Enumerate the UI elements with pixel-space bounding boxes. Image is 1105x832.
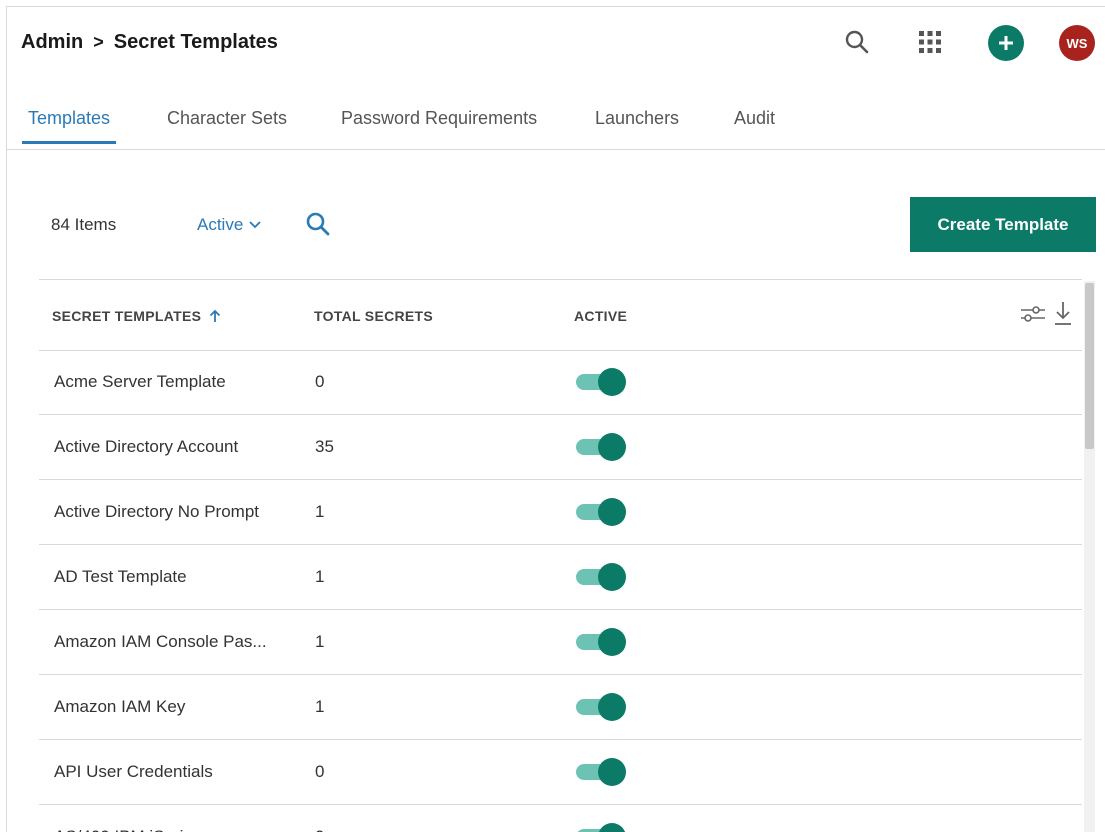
total-secrets-value: 35: [315, 437, 334, 456]
table-header: SECRET TEMPLATES TOTAL SECRETS ACTIVE: [39, 280, 1082, 351]
tab-audit[interactable]: Audit: [734, 108, 775, 141]
add-icon: [999, 36, 1013, 50]
template-name-link[interactable]: AS/400 IBM iSeries: [54, 827, 201, 832]
total-secrets-value: 1: [315, 632, 325, 651]
scrollbar-thumb[interactable]: [1085, 283, 1094, 449]
template-name-link[interactable]: Amazon IAM Console Pas...: [54, 632, 267, 652]
search-icon[interactable]: [842, 27, 872, 57]
template-name-link[interactable]: API User Credentials: [54, 762, 213, 782]
create-template-button[interactable]: Create Template: [910, 197, 1096, 252]
column-header-secret-templates[interactable]: SECRET TEMPLATES: [52, 308, 221, 324]
breadcrumb: Admin > Secret Templates: [21, 31, 278, 54]
breadcrumb-admin[interactable]: Admin: [21, 31, 83, 54]
total-secrets-value: 1: [315, 567, 325, 586]
download-icon[interactable]: [1053, 300, 1073, 331]
total-secrets-value: 0: [315, 372, 325, 391]
avatar[interactable]: WS: [1059, 25, 1095, 61]
tab-templates[interactable]: Templates: [22, 108, 117, 144]
apps-grid-icon[interactable]: [915, 27, 945, 57]
toggle-knob: [598, 368, 626, 396]
table-row[interactable]: AS/400 IBM iSeries 0: [39, 805, 1082, 832]
template-name-link[interactable]: Active Directory No Prompt: [54, 502, 259, 522]
app-window: Admin > Secret Templates WS Templates Ch…: [6, 6, 1105, 832]
tab-bar: Templates Character Sets Password Requir…: [7, 103, 1105, 150]
table-row[interactable]: API User Credentials 0: [39, 740, 1082, 805]
template-name-link[interactable]: Amazon IAM Key: [54, 697, 185, 717]
toggle-knob: [598, 758, 626, 786]
template-name-link[interactable]: Active Directory Account: [54, 437, 238, 457]
status-filter-label: Active: [197, 215, 244, 234]
column-header-total-secrets[interactable]: TOTAL SECRETS: [314, 308, 433, 324]
templates-table: SECRET TEMPLATES TOTAL SECRETS ACTIVE Ac…: [39, 279, 1082, 832]
toggle-knob: [598, 563, 626, 591]
table-row[interactable]: AD Test Template 1: [39, 545, 1082, 610]
tab-character-sets[interactable]: Character Sets: [167, 108, 287, 141]
active-toggle[interactable]: [576, 497, 628, 527]
status-filter-dropdown[interactable]: Active: [197, 215, 261, 235]
active-toggle[interactable]: [576, 757, 628, 787]
breadcrumb-separator: >: [93, 32, 104, 52]
total-secrets-value: 0: [315, 762, 325, 781]
active-toggle[interactable]: [576, 562, 628, 592]
table-row[interactable]: Amazon IAM Key 1: [39, 675, 1082, 740]
table-row[interactable]: Active Directory Account 35: [39, 415, 1082, 480]
page-header: Admin > Secret Templates WS: [7, 7, 1105, 77]
column-settings-icon[interactable]: [1019, 302, 1047, 331]
toggle-knob: [598, 628, 626, 656]
chevron-down-icon: [249, 221, 261, 229]
table-row[interactable]: Amazon IAM Console Pas... 1: [39, 610, 1082, 675]
active-toggle[interactable]: [576, 692, 628, 722]
tab-launchers[interactable]: Launchers: [595, 108, 679, 141]
template-name-link[interactable]: AD Test Template: [54, 567, 187, 587]
toggle-knob: [598, 693, 626, 721]
template-name-link[interactable]: Acme Server Template: [54, 372, 226, 392]
active-toggle[interactable]: [576, 627, 628, 657]
active-toggle[interactable]: [576, 432, 628, 462]
tab-password-requirements[interactable]: Password Requirements: [341, 108, 537, 141]
add-button[interactable]: [988, 25, 1024, 61]
toggle-knob: [598, 433, 626, 461]
table-row[interactable]: Active Directory No Prompt 1: [39, 480, 1082, 545]
table-scrollbar[interactable]: [1084, 281, 1095, 832]
total-secrets-value: 0: [315, 827, 324, 832]
table-row[interactable]: Acme Server Template 0: [39, 350, 1082, 415]
active-toggle[interactable]: [576, 367, 628, 397]
item-count: 84 Items: [51, 215, 117, 234]
sort-ascending-icon: [210, 309, 221, 322]
total-secrets-value: 1: [315, 697, 325, 716]
toggle-knob: [598, 498, 626, 526]
page-title: Secret Templates: [113, 31, 278, 53]
table-search-icon[interactable]: [305, 211, 331, 242]
column-header-active[interactable]: ACTIVE: [574, 308, 627, 324]
total-secrets-value: 1: [315, 502, 325, 521]
